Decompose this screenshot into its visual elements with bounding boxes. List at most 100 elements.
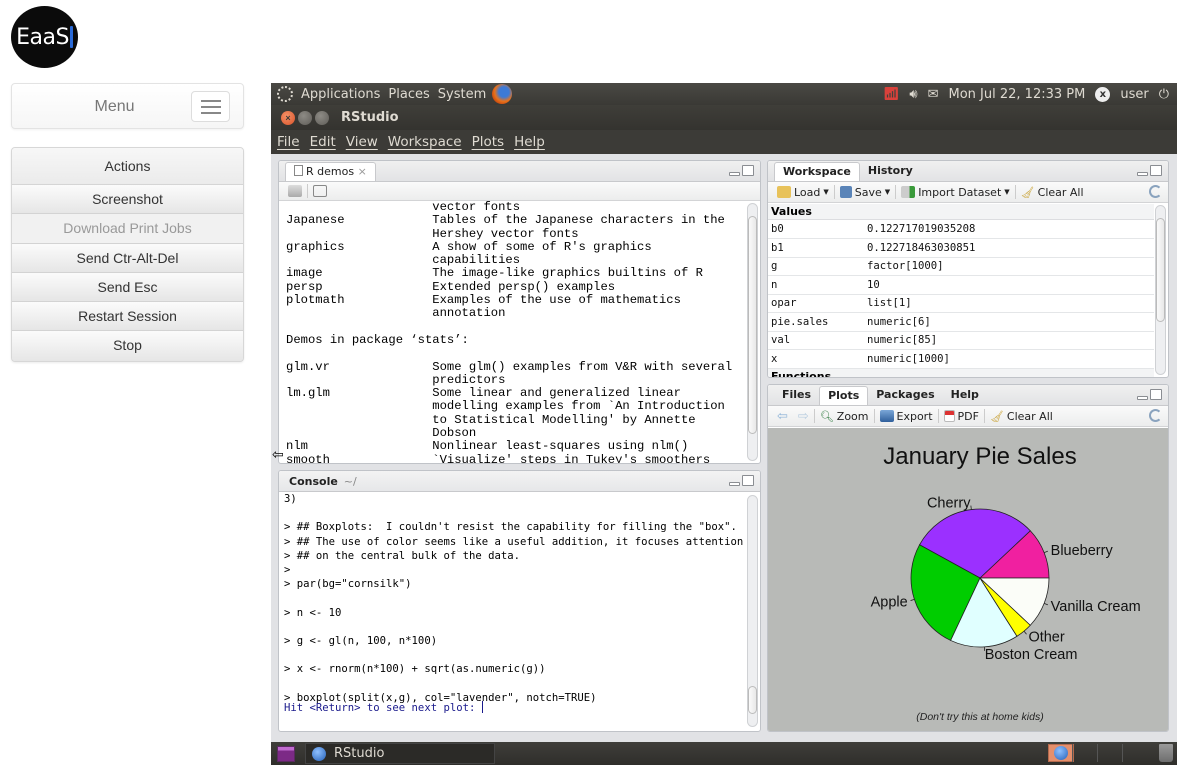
load-button[interactable]: Load ▼ [772, 186, 834, 199]
minimize-pane-icon[interactable] [729, 482, 740, 486]
refresh-icon[interactable] [1149, 185, 1162, 198]
console-prompt[interactable]: Hit <Return> to see next plot: [284, 701, 483, 715]
stop-button[interactable]: Stop [12, 331, 243, 361]
send-esc-button[interactable]: Send Esc [12, 272, 243, 303]
trash-icon[interactable] [1159, 744, 1173, 762]
scrollbar-thumb[interactable] [1156, 218, 1165, 322]
pdf-button[interactable]: PDF [939, 410, 984, 423]
mail-icon[interactable]: ✉ [928, 87, 939, 102]
pie-label-tick [1044, 550, 1049, 553]
tab-plots[interactable]: Plots [819, 386, 869, 405]
source-scrollbar[interactable] [747, 203, 758, 461]
export-button[interactable]: Export [875, 410, 938, 423]
hamburger-menu-button[interactable] [191, 91, 230, 122]
workspace-row[interactable]: opar list[1] [768, 294, 1154, 313]
demo-line: Hershey vector fonts [286, 226, 579, 241]
minimize-pane-icon[interactable] [729, 172, 740, 176]
show-desktop-icon[interactable] [277, 745, 295, 762]
power-icon[interactable]: ⏻ [1159, 87, 1169, 102]
gnome-top-panel: Applications Places System 📶︎ 🔊︎ ✉ Mon J… [271, 83, 1177, 105]
tab-files[interactable]: Files [774, 386, 819, 405]
tab-label: R demos [306, 165, 355, 178]
next-plot-button[interactable]: ⇨ [793, 409, 814, 424]
tab-r-demos[interactable]: R demos × [285, 162, 376, 181]
demo-line: plotmath Examples of the use of mathemat… [286, 293, 681, 308]
minimize-pane-icon[interactable] [1137, 396, 1148, 400]
pie-label-tick [1044, 603, 1049, 606]
plots-pane: Files Plots Packages Help ⇦ ⇨ 🔍︎ Zoom Exp… [767, 384, 1169, 732]
text-cursor [481, 701, 483, 713]
clear-all-plots-button[interactable]: 🧹︎ Clear All [985, 410, 1058, 423]
demo-line: glm.vr Some glm() examples from V&R with… [286, 359, 733, 374]
screenshot-button[interactable]: Screenshot [12, 185, 243, 215]
workspace-switcher[interactable] [1072, 744, 1147, 762]
workspace-switcher-active[interactable] [1048, 744, 1074, 762]
user-name[interactable]: user [1120, 87, 1148, 102]
variable-value: 0.122717019035208 [864, 220, 1154, 239]
workspace-row[interactable]: g factor[1000] [768, 257, 1154, 276]
previous-plot-button[interactable]: ⇦ [772, 409, 793, 424]
menu-workspace[interactable]: Workspace [388, 134, 462, 150]
menu-system[interactable]: System [438, 87, 486, 102]
emulator-screen[interactable]: Applications Places System 📶︎ 🔊︎ ✉ Mon J… [271, 83, 1177, 765]
scrollbar-thumb[interactable] [748, 686, 757, 714]
close-tab-icon[interactable]: × [358, 165, 367, 178]
window-close-button[interactable]: × [281, 110, 295, 125]
scrollbar-thumb[interactable] [748, 216, 757, 434]
export-label: Export [896, 409, 933, 423]
print-button[interactable] [283, 185, 307, 197]
workspace-scrollbar[interactable] [1155, 205, 1166, 375]
download-print-jobs-button[interactable]: Download Print Jobs [12, 214, 243, 244]
send-ctrl-alt-del-button[interactable]: Send Ctr-Alt-Del [12, 243, 243, 273]
pie-label-tick [970, 505, 972, 510]
wifi-icon[interactable]: 📶︎ [883, 87, 900, 102]
save-button[interactable]: Save ▼ [835, 186, 895, 199]
workspace-row[interactable]: b1 0.122718463030851 [768, 238, 1154, 258]
load-label: Load [794, 185, 821, 199]
maximize-pane-icon[interactable] [742, 165, 754, 176]
tab-help[interactable]: Help [943, 386, 987, 405]
tab-history[interactable]: History [860, 162, 921, 181]
menu-view[interactable]: View [346, 134, 378, 150]
taskbar-rstudio-button[interactable]: RStudio [305, 743, 495, 764]
window-minimize-button[interactable] [298, 110, 312, 125]
workspace-row[interactable]: n 10 [768, 275, 1154, 295]
menu-applications[interactable]: Applications [301, 87, 380, 102]
menu-help[interactable]: Help [514, 134, 545, 150]
menu-file[interactable]: File [277, 134, 300, 150]
restart-session-button[interactable]: Restart Session [12, 302, 243, 332]
refresh-icon[interactable] [1149, 409, 1162, 422]
workspace-row[interactable]: x numeric[1000] [768, 349, 1154, 369]
variable-name: opar [768, 294, 864, 313]
maximize-pane-icon[interactable] [1150, 165, 1162, 176]
tab-workspace[interactable]: Workspace [774, 162, 860, 181]
clear-all-workspace-button[interactable]: 🧹︎ Clear All [1016, 186, 1089, 199]
volume-icon[interactable]: 🔊︎ [909, 87, 917, 102]
workspace-row[interactable]: pie.sales numeric[6] [768, 312, 1154, 332]
workspace-row[interactable]: b0 0.122717019035208 [768, 220, 1154, 239]
window-titlebar[interactable]: × RStudio [271, 105, 1177, 130]
broom-icon: 🧹︎ [1020, 185, 1035, 199]
source-toolbar [279, 182, 760, 201]
menu-places[interactable]: Places [388, 87, 429, 102]
import-dataset-button[interactable]: Import Dataset ▼ [896, 186, 1014, 199]
workspace-row[interactable]: val numeric[85] [768, 331, 1154, 350]
folder-icon [777, 186, 791, 198]
zoom-button[interactable]: 🔍︎ Zoom [815, 410, 874, 423]
window-maximize-button[interactable] [315, 110, 329, 125]
arrow-right-icon: ⇨ [797, 408, 809, 424]
console-path[interactable]: ~/ [344, 475, 357, 488]
console-output[interactable]: 3) > ## Boxplots: I couldn't resist the c… [284, 492, 743, 705]
demo-line: modelling examples from `An Introduction [286, 399, 725, 414]
maximize-pane-icon[interactable] [1150, 389, 1162, 400]
menu-edit[interactable]: Edit [310, 134, 336, 150]
show-in-window-button[interactable] [308, 185, 332, 197]
console-scrollbar[interactable] [747, 495, 758, 727]
menu-plots[interactable]: Plots [472, 134, 504, 150]
tab-packages[interactable]: Packages [868, 386, 942, 405]
clock[interactable]: Mon Jul 22, 12:33 PM [949, 87, 1086, 102]
firefox-icon[interactable] [492, 84, 513, 104]
minimize-pane-icon[interactable] [1137, 172, 1148, 176]
maximize-pane-icon[interactable] [742, 475, 754, 486]
